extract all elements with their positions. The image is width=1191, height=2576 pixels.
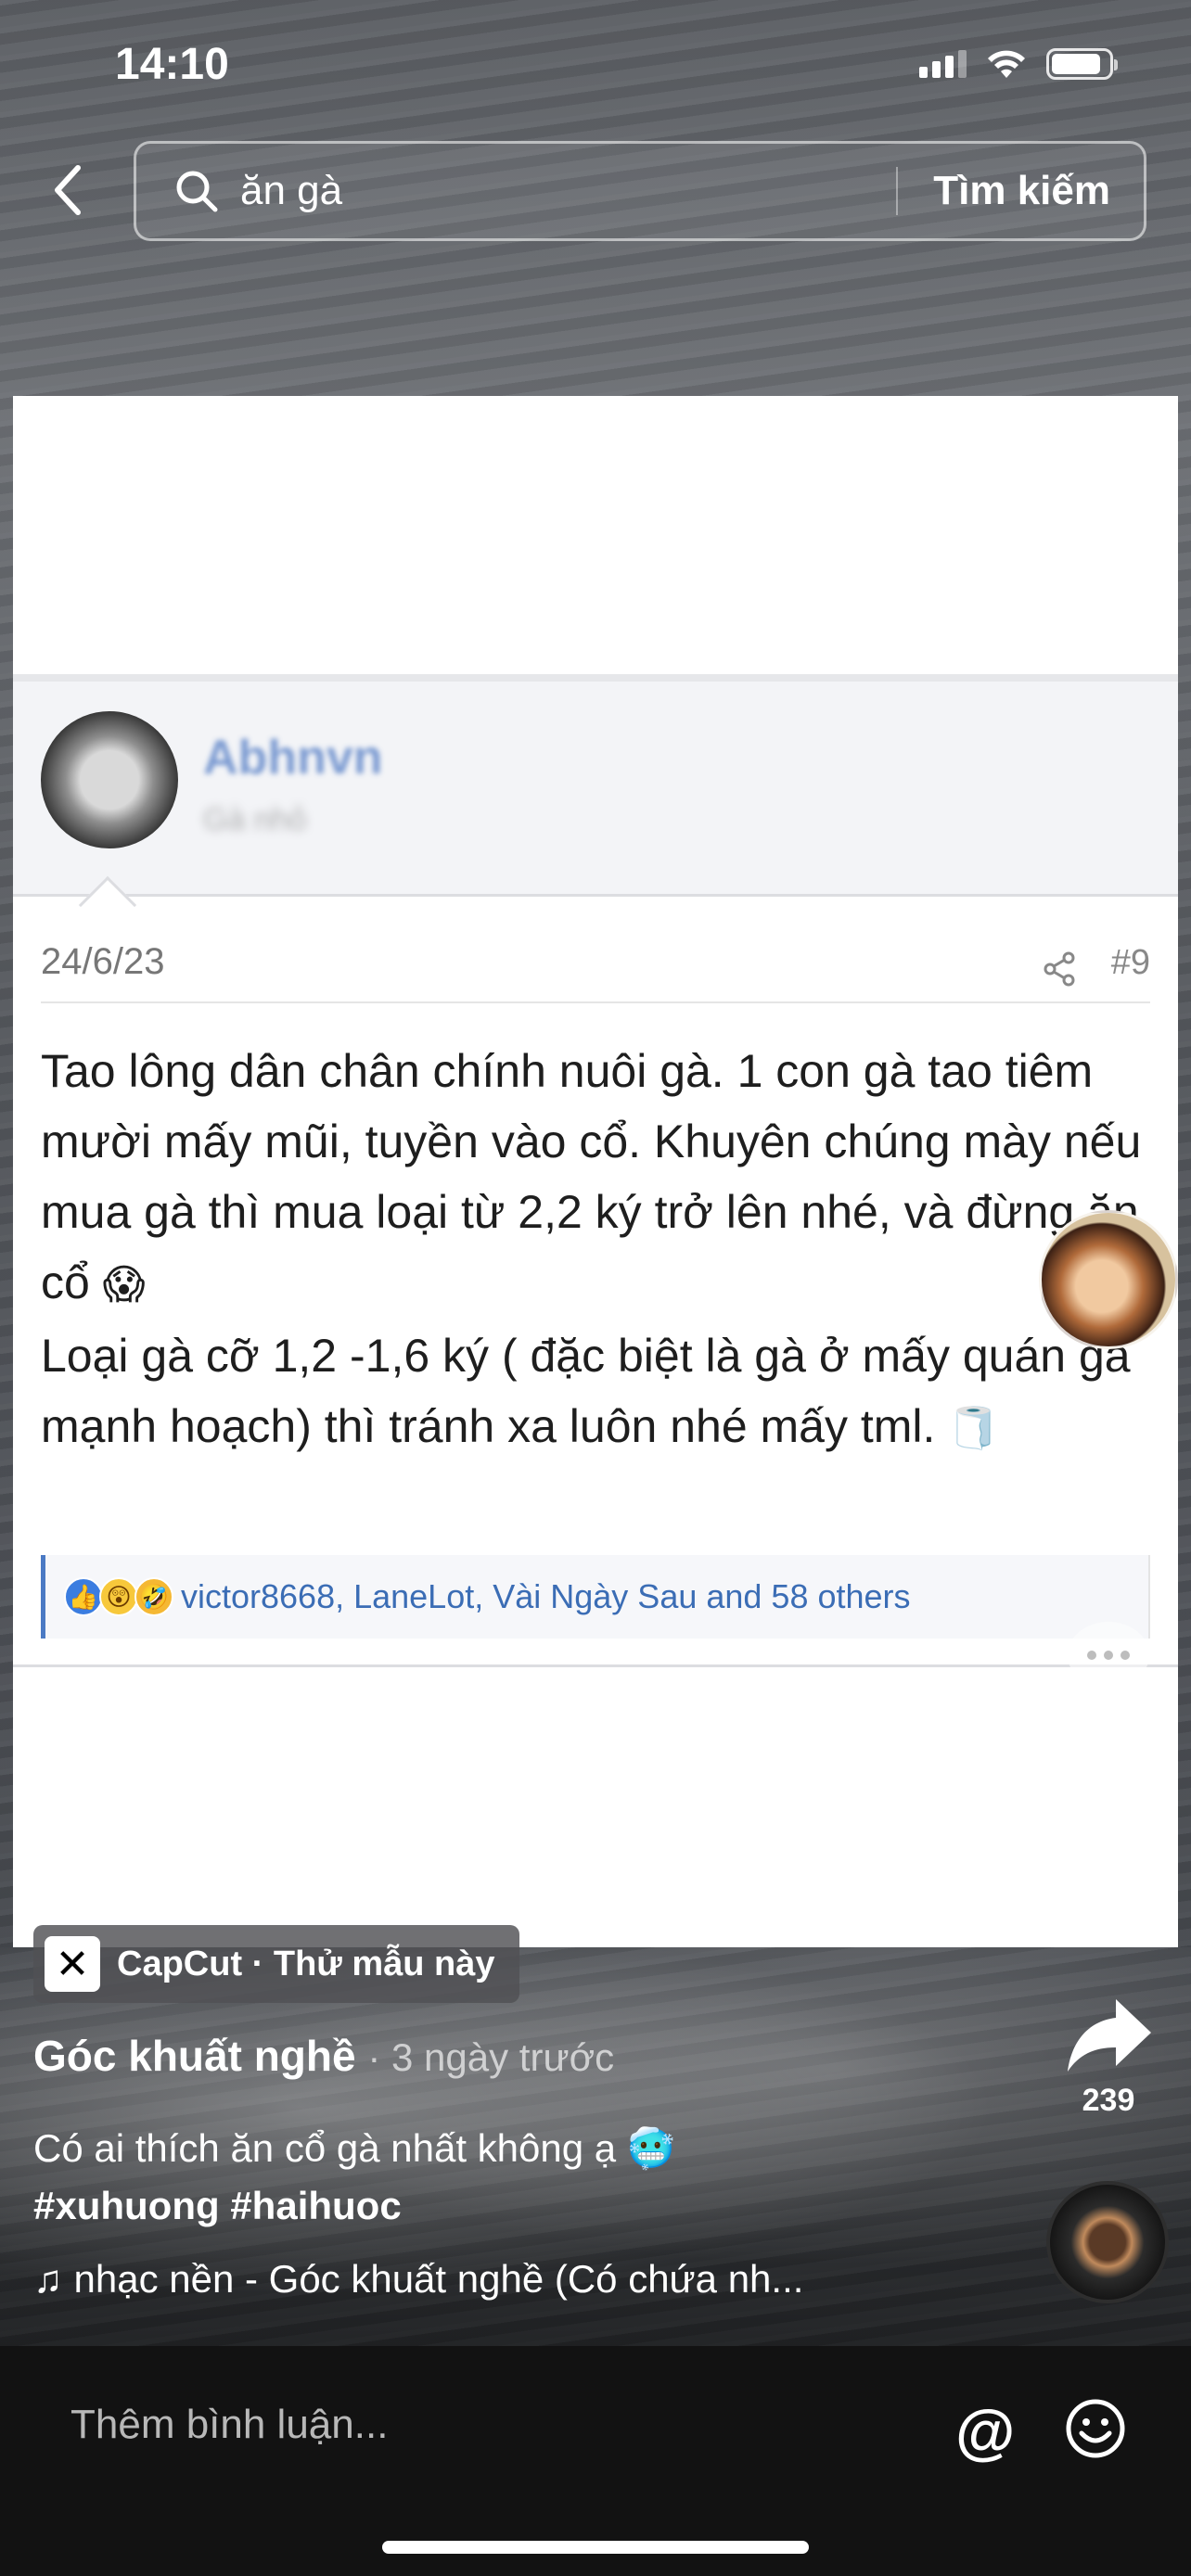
screaming-face-icon: 😱 <box>102 1261 146 1308</box>
search-bar[interactable]: ăn gà Tìm kiếm <box>134 141 1146 241</box>
post-username: Abhnvn <box>203 731 383 784</box>
post-user-role: Gà nhỏ <box>203 802 307 837</box>
post-body: Tao lông dân chân chính nuôi gà. 1 con g… <box>41 1036 1154 1464</box>
post-body-line: Tao lông dân chân chính nuôi gà. 1 con g… <box>41 1045 1142 1308</box>
capcut-template-chip[interactable]: ✕ CapCut · Thử mẫu này <box>33 1925 519 2003</box>
post-screenshot-card: Abhnvn Gà nhỏ 24/6/23 #9 Tao lông dân ch… <box>13 396 1178 1947</box>
post-avatar <box>41 711 178 848</box>
save-button[interactable]: 83 <box>1048 1808 1169 1933</box>
music-note-icon: ♫ <box>33 2257 63 2301</box>
comment-input[interactable]: Thêm bình luận... <box>70 2402 388 2448</box>
wow-reaction-icon: 😲 <box>99 1577 138 1616</box>
post-date: 24/6/23 <box>41 941 165 982</box>
haha-reaction-icon: 🤣 <box>134 1577 173 1616</box>
heart-icon <box>1066 1432 1151 1508</box>
author-name[interactable]: Góc khuất nghề <box>33 2032 356 2080</box>
music-disc-icon[interactable] <box>1046 2181 1169 2303</box>
video-author-line: Góc khuất nghề · 3 ngày trước <box>33 2031 614 2081</box>
comment-bar: Thêm bình luận... @ <box>0 2346 1191 2576</box>
search-input[interactable]: ăn gà <box>240 168 896 214</box>
save-count: 83 <box>1091 1897 1126 1932</box>
share-count: 239 <box>1082 2083 1135 2118</box>
wifi-icon <box>988 50 1025 78</box>
comment-count: 275 <box>1082 1707 1135 1742</box>
like-reaction-icon: 👍 <box>64 1577 103 1616</box>
video-caption: Có ai thích ăn cổ gà nhất không ạ 🥶 #xuh… <box>33 2120 1017 2235</box>
post-header: Abhnvn Gà nhỏ <box>13 674 1178 897</box>
post-divider <box>41 1001 1150 1003</box>
caption-text: Có ai thích ăn cổ gà nhất không ạ 🥶 <box>33 2126 676 2170</box>
like-button[interactable]: 1887 <box>1048 1428 1169 1553</box>
back-button[interactable] <box>37 158 96 223</box>
share-nodes-icon <box>1044 951 1075 987</box>
caption-hashtags[interactable]: #xuhuong #haihuoc <box>33 2177 1017 2235</box>
share-arrow-icon <box>1068 1999 1151 2072</box>
comment-button[interactable]: 275 <box>1048 1618 1169 1743</box>
capcut-label: CapCut · Thử mẫu này <box>117 1944 495 1983</box>
music-title: nhạc nền - Góc khuất nghề (Có chứa nh... <box>73 2257 804 2301</box>
post-reactions: 👍 😲 🤣 victor8668, LaneLot, Vài Ngày Sau … <box>41 1555 1150 1639</box>
like-count: 1887 <box>1073 1517 1144 1552</box>
post-time-ago: · 3 ngày trước <box>367 2035 615 2079</box>
search-icon <box>176 171 218 212</box>
home-indicator <box>382 2541 809 2554</box>
creator-avatar[interactable] <box>1039 1210 1178 1349</box>
share-button[interactable]: 239 <box>1048 1994 1169 2119</box>
chevron-left-icon <box>55 165 81 215</box>
search-submit-button[interactable]: Tìm kiếm <box>898 168 1144 214</box>
toilet-paper-icon: 🧻 <box>948 1405 1000 1452</box>
mention-at-icon[interactable]: @ <box>955 2396 1015 2467</box>
battery-icon <box>1046 48 1118 80</box>
capcut-logo-icon: ✕ <box>45 1936 100 1992</box>
reaction-icons: 👍 😲 🤣 <box>64 1577 173 1616</box>
cellular-signal-icon <box>919 50 967 78</box>
post-bottom-divider <box>13 1664 1178 1667</box>
status-icons <box>919 48 1118 80</box>
reactions-text: victor8668, LaneLot, Vài Ngày Sau and 58… <box>181 1577 911 1615</box>
comment-bubble-icon <box>1068 1622 1149 1700</box>
post-number: #9 <box>1110 943 1150 982</box>
emoji-smile-icon[interactable] <box>1065 2398 1126 2459</box>
bookmark-icon <box>1079 1812 1138 1888</box>
status-time: 14:10 <box>115 40 229 89</box>
music-row[interactable]: ♫ nhạc nền - Góc khuất nghề (Có chứa nh.… <box>33 2257 803 2302</box>
